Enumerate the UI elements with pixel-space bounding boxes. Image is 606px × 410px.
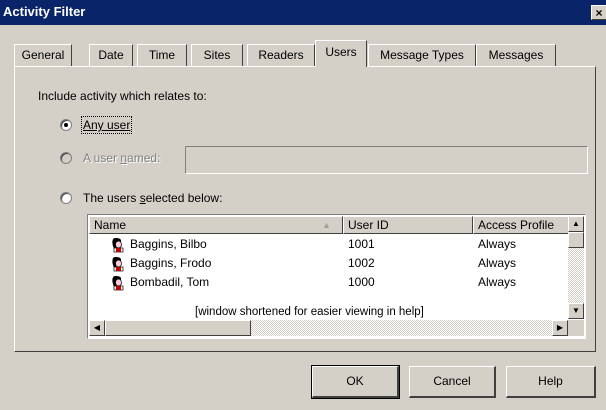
named-user-radio[interactable] xyxy=(60,152,72,164)
row-access-profile: Always xyxy=(478,237,517,251)
row-name: Baggins, Bilbo xyxy=(130,237,207,251)
scroll-up-button[interactable]: ▲ xyxy=(568,216,584,232)
scroll-corner xyxy=(568,320,584,336)
include-activity-heading: Include activity which relates to: xyxy=(38,89,207,103)
tab-date[interactable]: Date xyxy=(89,44,133,66)
table-row[interactable]: Bombadil, Tom 1000 Always xyxy=(88,274,568,292)
scroll-right-button[interactable]: ▶ xyxy=(552,320,568,336)
named-user-label-post: amed: xyxy=(127,151,161,165)
scroll-down-button[interactable]: ▼ xyxy=(568,303,584,319)
user-named-input[interactable] xyxy=(185,146,588,174)
close-button[interactable]: × xyxy=(591,5,606,20)
tab-message-types-label: Message Types xyxy=(380,48,464,62)
ok-button[interactable]: OK xyxy=(311,365,400,399)
row-user-id: 1002 xyxy=(348,256,375,270)
column-header-name[interactable]: Name ▲ xyxy=(89,216,343,234)
table-row[interactable]: Baggins, Frodo 1002 Always xyxy=(88,255,568,273)
tab-general-label: General xyxy=(21,48,65,62)
tab-readers-label: Readers xyxy=(258,48,304,62)
selected-users-label-pre: The users xyxy=(83,191,140,205)
tab-time-label: Time xyxy=(148,48,176,62)
row-access-profile: Always xyxy=(478,275,517,289)
help-button-label: Help xyxy=(538,374,563,388)
arrow-left-icon: ◀ xyxy=(93,323,101,332)
selected-users-label[interactable]: The users selected below: xyxy=(83,191,222,205)
tab-general[interactable]: General xyxy=(14,44,72,66)
named-user-label: A user named: xyxy=(83,151,160,165)
cancel-button[interactable]: Cancel xyxy=(409,366,496,398)
any-user-label-text: Any user xyxy=(83,118,131,132)
any-user-label[interactable]: Any user xyxy=(80,116,133,134)
row-user-id: 1000 xyxy=(348,275,375,289)
tab-sites[interactable]: Sites xyxy=(191,44,243,66)
user-icon xyxy=(112,257,124,272)
row-name: Bombadil, Tom xyxy=(130,275,210,289)
sort-ascending-icon: ▲ xyxy=(322,220,331,230)
arrow-up-icon: ▲ xyxy=(572,219,580,228)
close-icon: × xyxy=(595,6,603,20)
row-user-id: 1001 xyxy=(348,237,375,251)
tab-date-label: Date xyxy=(98,48,124,62)
activity-filter-dialog: Activity Filter × General Date Time Site… xyxy=(0,0,606,410)
column-name-label: Name xyxy=(94,218,127,232)
tab-messages-label: Messages xyxy=(488,48,544,62)
help-button[interactable]: Help xyxy=(506,366,596,398)
row-access-profile: Always xyxy=(478,256,517,270)
vertical-scroll-thumb[interactable] xyxy=(568,232,584,248)
user-icon xyxy=(112,276,124,291)
selected-users-label-post: elected below: xyxy=(145,191,223,205)
column-access-profile-label: Access Profile xyxy=(478,218,555,232)
column-user-id-label: User ID xyxy=(348,218,389,232)
arrow-down-icon: ▼ xyxy=(572,306,580,315)
cancel-button-label: Cancel xyxy=(433,374,471,388)
ok-button-label: OK xyxy=(346,374,364,388)
tab-messages[interactable]: Messages xyxy=(476,44,556,66)
title-bar[interactable]: Activity Filter × xyxy=(0,0,606,25)
column-header-access-profile[interactable]: Access Profile xyxy=(473,216,573,234)
named-user-label-pre: A user xyxy=(83,151,121,165)
tab-readers[interactable]: Readers xyxy=(247,44,315,66)
table-row[interactable]: Baggins, Bilbo 1001 Always xyxy=(88,236,568,254)
tab-sites-label: Sites xyxy=(203,48,231,62)
arrow-right-icon: ▶ xyxy=(556,323,564,332)
tab-message-types[interactable]: Message Types xyxy=(368,44,476,66)
selected-users-radio[interactable] xyxy=(60,192,72,204)
users-list[interactable]: Name ▲ User ID Access Profile Baggins, B… xyxy=(87,214,586,339)
user-icon xyxy=(112,238,124,253)
any-user-radio[interactable] xyxy=(60,119,72,131)
window-title: Activity Filter xyxy=(3,4,86,19)
tab-users-label: Users xyxy=(325,45,357,59)
help-note: [window shortened for easier viewing in … xyxy=(195,306,424,318)
tab-time[interactable]: Time xyxy=(137,44,187,66)
row-name: Baggins, Frodo xyxy=(130,256,212,270)
horizontal-scroll-thumb[interactable] xyxy=(105,320,251,336)
column-header-user-id[interactable]: User ID xyxy=(343,216,473,234)
scroll-left-button[interactable]: ◀ xyxy=(89,320,105,336)
tab-users[interactable]: Users xyxy=(315,40,367,67)
